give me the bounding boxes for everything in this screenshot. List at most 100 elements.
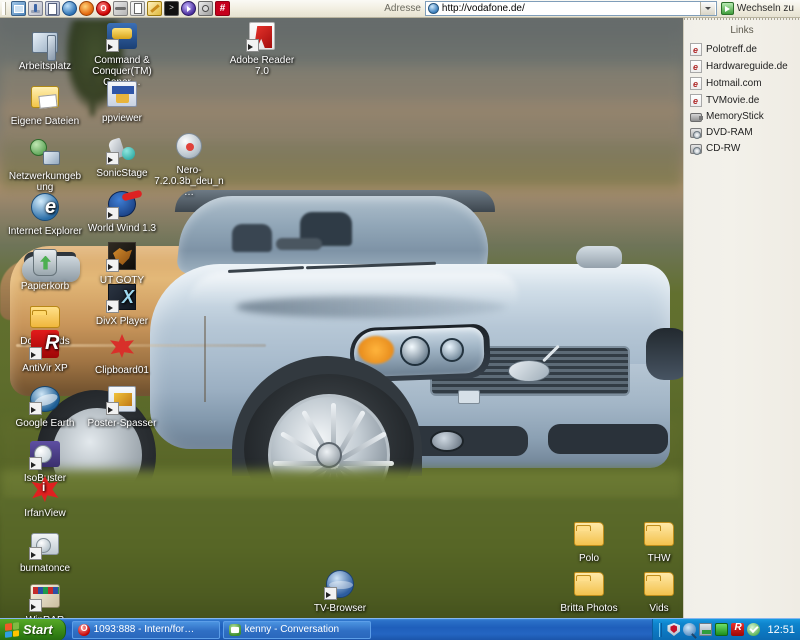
desktop-icon-label: THW — [647, 553, 671, 564]
link-item-label: MemoryStick — [706, 111, 764, 122]
desktop-icon-internet-explorer[interactable]: Internet Explorer — [8, 191, 82, 237]
toolbar-grip[interactable] — [2, 2, 6, 15]
opera-icon[interactable] — [96, 1, 111, 16]
world-wind-icon — [106, 188, 138, 220]
media-player-icon[interactable] — [28, 1, 43, 16]
usb-drive-icon — [690, 113, 703, 122]
link-item-label: Hotmail.com — [706, 78, 762, 89]
page-favicon-icon — [427, 3, 439, 14]
camera-icon[interactable] — [198, 1, 213, 16]
desktop-icon-winrar[interactable]: WinRAR — [8, 580, 82, 618]
taskbar-window-button-1[interactable]: kenny - Conversation — [222, 620, 371, 639]
address-input-box[interactable]: http://vodafone.de/ — [424, 1, 717, 16]
divx-player-icon — [106, 281, 138, 313]
link-item-label: DVD-RAM — [706, 126, 753, 138]
desktop-area[interactable]: Arbeitsplatz Eigene Dateien Netzwerkumgebu… — [0, 18, 683, 618]
network-connection-icon[interactable] — [699, 623, 713, 636]
internet-explorer-icon[interactable] — [62, 1, 77, 16]
notepad-icon[interactable] — [130, 1, 145, 16]
desktop-icon-google-earth[interactable]: Google Earth — [8, 383, 82, 429]
world-wind-icon-art — [108, 191, 136, 217]
desktop-icon-divx-player[interactable]: DivX Player — [85, 281, 159, 327]
link-item-dvd-ram[interactable]: DVD-RAM — [684, 124, 800, 140]
desktop-icon-netzwerkumgebung[interactable]: Netzwerkumgebung — [8, 136, 82, 193]
desktop-icon-label: Google Earth — [15, 418, 75, 429]
desktop-icon-label: World Wind 1.3 — [87, 223, 157, 234]
tray-icon-group — [667, 622, 761, 636]
desktop-icon-sonicstage[interactable]: SonicStage — [85, 133, 159, 179]
desktop-icon-papierkorb[interactable]: Papierkorb — [8, 246, 82, 292]
command-conquer-icon-art — [107, 23, 137, 49]
go-button[interactable]: Wechseln zu — [717, 2, 800, 15]
desktop-icon-tv-browser[interactable]: TV-Browser — [303, 568, 377, 614]
windows-media-player-icon[interactable] — [181, 1, 196, 16]
desktop-icon-clipboard01[interactable]: Clipboard01 — [85, 330, 159, 376]
powerpoint-viewer-icon — [106, 78, 138, 110]
desktop-icon-label: AntiVir XP — [22, 363, 68, 374]
antivir-tray-icon[interactable] — [731, 622, 745, 636]
address-book-icon[interactable] — [45, 1, 60, 16]
desktop-icon-world-wind-1-3[interactable]: World Wind 1.3 — [85, 188, 159, 234]
desktop-icon-adobe-reader-7-0[interactable]: Adobe Reader 7.0 — [225, 20, 299, 77]
link-item-polotreff-de[interactable]: Polotreff.de — [684, 41, 800, 58]
desktop-icon-label: Adobe Reader 7.0 — [229, 55, 295, 77]
system-tray: 12:51 — [652, 618, 800, 640]
winrar-icon — [29, 580, 61, 612]
desktop-icon-arbeitsplatz[interactable]: Arbeitsplatz — [8, 26, 82, 72]
show-desktop-icon[interactable] — [11, 1, 26, 16]
desktop-icon-poster-spasser[interactable]: Poster-Spasser — [85, 383, 159, 429]
address-input[interactable]: http://vodafone.de/ — [442, 2, 700, 15]
address-dropdown-button[interactable] — [699, 2, 715, 15]
command-prompt-icon[interactable] — [164, 1, 179, 16]
my-computer-icon — [29, 26, 61, 61]
recycle-bin-icon — [29, 246, 61, 278]
start-button[interactable]: Start — [0, 618, 66, 640]
winrar-icon-art — [30, 584, 60, 608]
adobe-reader-icon-art — [249, 22, 275, 50]
start-button-label: Start — [23, 622, 53, 637]
opera-window-icon — [77, 623, 90, 636]
desktop-icon-ppviewer[interactable]: ppviewer — [85, 78, 159, 124]
taskbar-clock[interactable]: 12:51 — [763, 624, 795, 636]
desktop-icon-label: ppviewer — [101, 113, 143, 124]
desktop-icon-britta-photos[interactable]: Britta Photos — [552, 568, 626, 614]
google-earth-icon — [29, 383, 61, 415]
desktop-search-icon[interactable] — [683, 623, 697, 636]
desktop-icon-eigene-dateien[interactable]: Eigene Dateien — [8, 81, 82, 127]
folder-icon — [573, 518, 605, 550]
desktop-icon-polo[interactable]: Polo — [552, 518, 626, 564]
desktop-icon-thw[interactable]: THW — [622, 518, 683, 564]
status-green-icon[interactable] — [715, 623, 729, 636]
desktop-icon-ut-goty[interactable]: UT GOTY — [85, 240, 159, 286]
link-icon[interactable] — [113, 1, 128, 16]
desktop-icon-irfanview[interactable]: IrfanView — [8, 473, 82, 519]
internet-explorer-icon — [29, 191, 61, 223]
desktop-icon-label: SonicStage — [96, 168, 148, 179]
link-item-hardwareguide-de[interactable]: Hardwareguide.de — [684, 58, 800, 75]
link-item-tvmovie-de[interactable]: TVMovie.de — [684, 92, 800, 109]
chevron-down-icon — [704, 7, 711, 10]
folder-icon-art — [574, 522, 604, 546]
desktop-icon-burnatonce[interactable]: burnatonce — [8, 528, 82, 574]
nero-installer-icon-art — [176, 133, 202, 159]
firefox-icon[interactable] — [79, 1, 94, 16]
taskbar-window-label: kenny - Conversation — [244, 624, 340, 635]
link-item-cd-rw[interactable]: CD-RW — [684, 140, 800, 156]
security-center-icon[interactable] — [667, 623, 681, 636]
link-item-hotmail-com[interactable]: Hotmail.com — [684, 75, 800, 92]
tray-grip[interactable] — [659, 622, 663, 637]
desktop-icon-nero-7-2-0-3b-deu-n[interactable]: Nero-7.2.0.3b_deu_n… — [152, 130, 226, 198]
taskbar-window-button-0[interactable]: 1093:888 - Intern/for… — [71, 620, 220, 639]
desktop-icon-vids[interactable]: Vids — [622, 568, 683, 614]
powerpoint-viewer-icon-art — [107, 81, 137, 107]
link-item-memorystick[interactable]: MemoryStick — [684, 109, 800, 124]
adobe-reader-icon — [246, 20, 278, 52]
paint-icon[interactable] — [147, 1, 162, 16]
desktop-icon-antivir-xp[interactable]: AntiVir XP — [8, 328, 82, 374]
taskbar-window-label: 1093:888 - Intern/for… — [93, 624, 195, 635]
hash-app-icon[interactable] — [215, 1, 230, 16]
folder-icon — [643, 518, 675, 550]
isobuster-icon-art — [30, 441, 60, 467]
update-check-icon[interactable] — [747, 623, 761, 636]
taskbar: Start 1093:888 - Intern/for… kenny - Conv… — [0, 618, 800, 640]
